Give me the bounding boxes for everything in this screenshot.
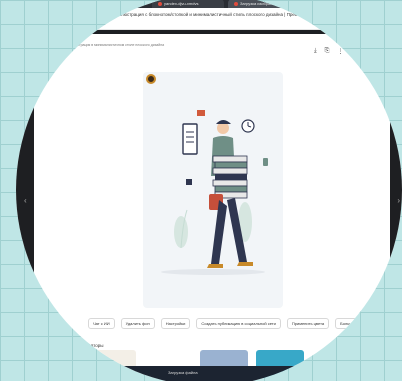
image-tools: ⤓ ⎘ ⋮ xyxy=(314,48,343,55)
next-arrow-icon[interactable]: › xyxy=(397,196,400,205)
download-icon[interactable]: ⤓ xyxy=(314,48,317,55)
tab-2[interactable]: Загрузка изображения xyxy=(228,0,284,8)
copy-icon[interactable]: ⎘ xyxy=(325,48,330,55)
address-bar[interactable]: Минималистичная иллюстрация с блокнотом/… xyxy=(16,8,402,30)
address-url: ru/... xyxy=(76,22,84,26)
tab-favicon-icon xyxy=(158,1,162,6)
browser-tab-bar: yandex-djvu-xmdvs Загрузка изображения + xyxy=(16,0,402,8)
taskbar-item[interactable]: Загрузка файла xyxy=(168,370,198,375)
taskbar: Загрузка файла xyxy=(16,366,402,381)
illustration xyxy=(161,110,268,275)
brand-logo-icon xyxy=(146,74,156,84)
remove-background-button[interactable]: Удалить фон xyxy=(120,318,155,329)
chat-ai-button[interactable]: Чат с ИИ xyxy=(88,318,115,329)
address-title: Минималистичная иллюстрация с блокнотом/… xyxy=(76,12,323,17)
settings-button[interactable]: Настройки xyxy=(160,318,191,329)
image-preview[interactable] xyxy=(143,72,283,308)
left-panel xyxy=(16,34,34,334)
magnified-screen: yandex-djvu-xmdvs Загрузка изображения +… xyxy=(16,0,402,381)
page-header-strip xyxy=(16,30,402,34)
authors-heading: Авторы xyxy=(88,343,104,348)
more-icon[interactable]: ⋮ xyxy=(337,48,343,55)
breadcrumb: Иллюстрация в минималистичном стиле плос… xyxy=(68,43,165,47)
right-panel xyxy=(390,34,402,334)
tab-favicon-icon xyxy=(234,1,238,6)
tab-1[interactable]: yandex-djvu-xmdvs xyxy=(152,0,224,8)
action-toolbar: Чат с ИИ Удалить фон Настройки Создать п… xyxy=(88,318,398,329)
more-ai-button[interactable]: Больше возможностей с ИИ xyxy=(335,318,398,329)
create-social-post-button[interactable]: Создать публикацию в социальной сети xyxy=(196,318,281,329)
apply-colors-button[interactable]: Применить цвета xyxy=(286,318,330,329)
tab-label: yandex-djvu-xmdvs xyxy=(164,1,199,6)
new-tab-button[interactable]: + xyxy=(288,0,292,5)
prev-arrow-icon[interactable]: ‹ xyxy=(24,196,27,205)
tab-label: Загрузка изображения xyxy=(240,1,282,6)
